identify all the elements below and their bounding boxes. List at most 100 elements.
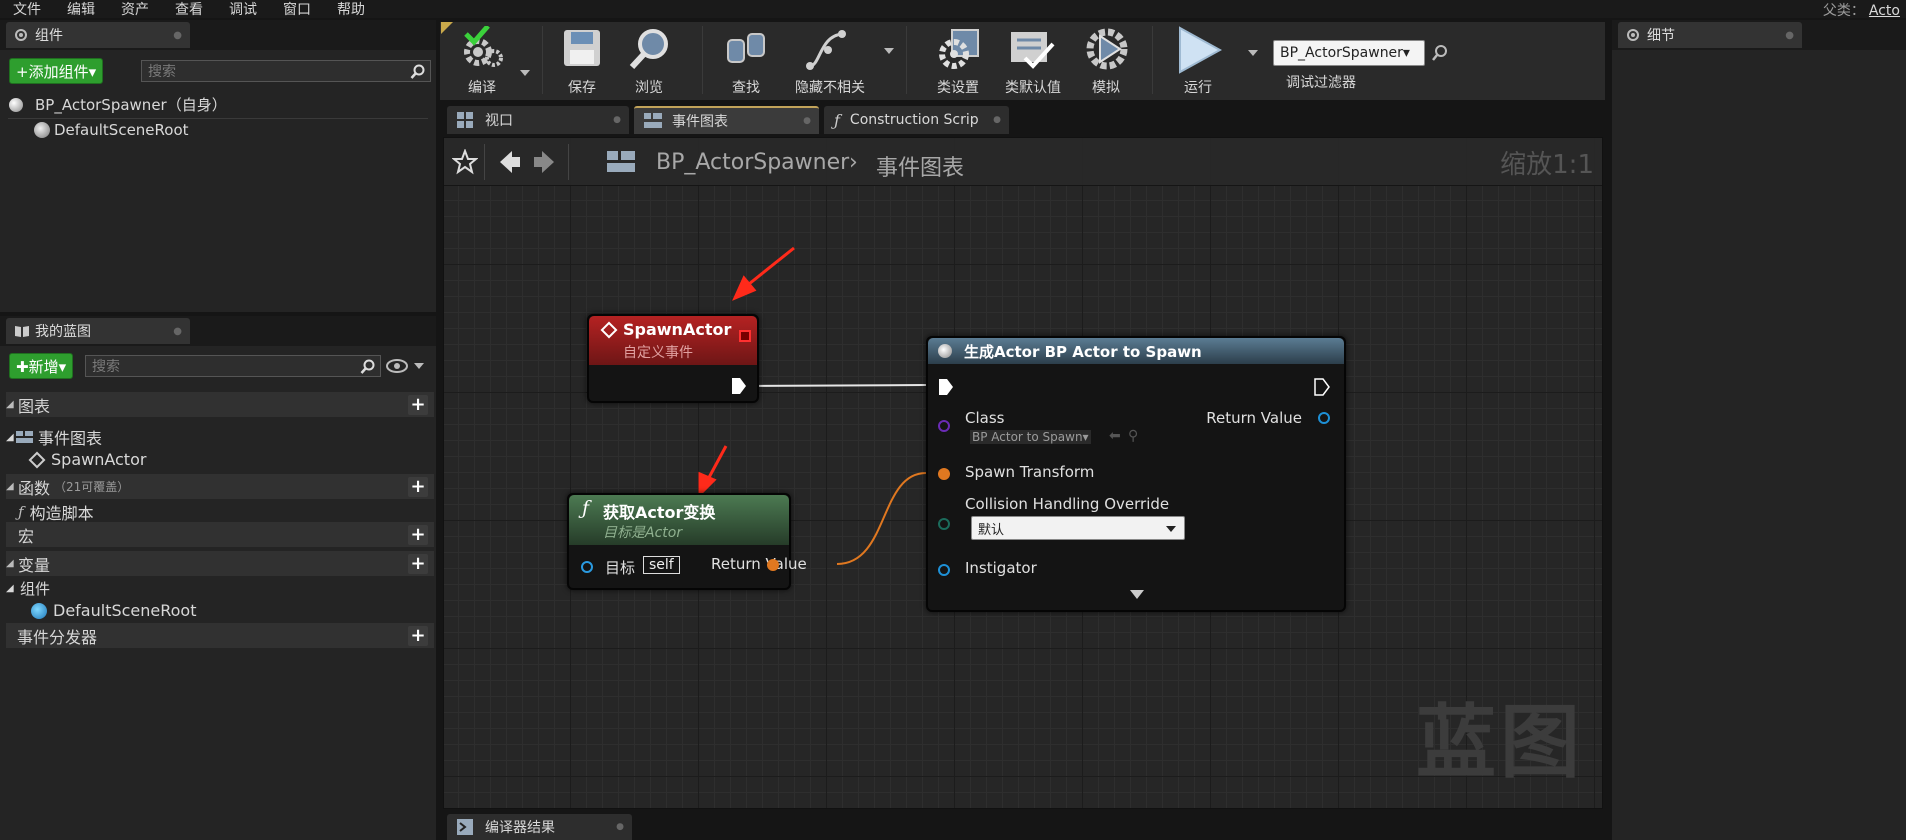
event-diamond-icon xyxy=(28,451,46,468)
tab-compiler-results[interactable]: 编译器结果 ● xyxy=(447,814,632,840)
tab-event-graph[interactable]: 事件图表 ● xyxy=(634,106,819,134)
collision-override-pin[interactable] xyxy=(938,518,950,530)
tab-my-blueprint-label: 我的蓝图 xyxy=(35,324,91,340)
menu-window[interactable]: 窗口 xyxy=(270,0,324,19)
instigator-pin[interactable] xyxy=(938,564,950,576)
exec-out-pin[interactable] xyxy=(731,377,747,395)
menu-bar: 文件 编辑 资产 查看 调试 窗口 帮助 xyxy=(0,0,1906,18)
add-graph-button[interactable]: + xyxy=(408,395,428,415)
menu-view[interactable]: 查看 xyxy=(162,0,216,19)
play-icon xyxy=(1179,26,1222,74)
blueprint-search-placeholder: 搜索 xyxy=(92,359,120,375)
components-category-label: 组件 xyxy=(20,580,51,598)
delegate-pin[interactable] xyxy=(739,330,751,342)
blueprint-search-input[interactable]: 搜索 xyxy=(85,355,381,377)
tab-close-icon[interactable]: ● xyxy=(803,116,811,126)
target-input-pin[interactable] xyxy=(581,561,593,573)
return-value-pin[interactable] xyxy=(767,559,779,571)
return-value-pin[interactable] xyxy=(1318,412,1330,424)
spawn-actor-event-item[interactable]: SpawnActor xyxy=(28,450,147,469)
menu-file[interactable]: 文件 xyxy=(0,0,54,19)
spawn-actor-node[interactable]: 生成Actor BP Actor to Spawn Class BP Actor… xyxy=(926,336,1346,612)
save-button[interactable]: 保存 xyxy=(548,22,616,100)
simulate-button[interactable]: 模拟 xyxy=(1072,22,1140,100)
new-button[interactable]: ✚新增▾ xyxy=(9,353,74,379)
scene-root-icon xyxy=(34,122,50,138)
class-settings-button[interactable]: 类设置 xyxy=(924,22,992,100)
expand-advanced-icon[interactable] xyxy=(1130,590,1144,599)
section-functions[interactable]: ◢ 函数 （21可覆盖） + xyxy=(6,474,434,499)
browse-button[interactable]: 浏览 xyxy=(615,22,683,100)
save-label: 保存 xyxy=(568,80,596,96)
compile-button[interactable]: 编译 xyxy=(448,22,516,100)
play-dropdown-arrow[interactable] xyxy=(1248,50,1258,56)
component-child-item[interactable]: DefaultSceneRoot xyxy=(34,121,189,139)
class-settings-icon xyxy=(939,29,979,69)
play-button[interactable]: 运行 xyxy=(1164,22,1232,100)
component-root-item[interactable]: BP_ActorSpawner（自身） xyxy=(9,94,227,115)
class-defaults-icon xyxy=(1011,32,1055,69)
add-macro-button[interactable]: + xyxy=(408,525,428,545)
tab-close-icon[interactable]: ● xyxy=(613,115,621,125)
get-actor-transform-node[interactable]: ƒ 获取Actor变换 目标是Actor 目标 self Return Valu… xyxy=(567,493,807,590)
tab-viewport[interactable]: 视口 ● xyxy=(447,106,629,134)
components-category[interactable]: ◢ 组件 xyxy=(6,578,50,599)
blueprint-watermark: 蓝图 xyxy=(1416,696,1584,789)
tab-close-icon[interactable]: ● xyxy=(173,30,182,41)
browse-label: 浏览 xyxy=(635,80,663,96)
tab-details[interactable]: 细节 ● xyxy=(1618,22,1802,48)
event-graph-canvas[interactable]: BP_ActorSpawner › 事件图表 缩放1:1 SpawnActor … xyxy=(443,137,1603,809)
section-variables[interactable]: ◢ 变量 + xyxy=(6,551,434,576)
components-search-input[interactable]: 搜索 xyxy=(141,60,431,82)
default-scene-root-variable[interactable]: DefaultSceneRoot xyxy=(31,601,197,620)
hide-unrelated-dropdown-arrow[interactable] xyxy=(884,48,894,54)
exec-in-pin[interactable] xyxy=(938,378,954,396)
construction-script-item[interactable]: ƒ 构造脚本 xyxy=(18,500,94,524)
tab-close-icon[interactable]: ● xyxy=(1785,30,1794,41)
tab-components[interactable]: 组件 ● xyxy=(6,22,190,48)
view-options-icon[interactable] xyxy=(386,358,426,378)
class-value-dropdown[interactable]: BP Actor to Spawn▾ xyxy=(970,430,1091,444)
function-f-icon: ƒ xyxy=(18,503,24,521)
exec-out-pin[interactable] xyxy=(1314,378,1330,396)
hide-unrelated-icon xyxy=(806,30,846,70)
debug-object-select[interactable]: BP_ActorSpawner▾ xyxy=(1273,40,1425,66)
add-component-button[interactable]: +添加组件▾ xyxy=(9,58,104,84)
add-function-button[interactable]: + xyxy=(408,477,428,497)
menu-debug[interactable]: 调试 xyxy=(216,0,270,19)
parent-class-link[interactable]: Acto xyxy=(1869,3,1900,19)
add-event-dispatcher-button[interactable]: + xyxy=(408,626,428,646)
menu-help[interactable]: 帮助 xyxy=(324,0,378,19)
tab-my-blueprint[interactable]: 我的蓝图 ● xyxy=(6,318,190,344)
spawn-actor-event-label: SpawnActor xyxy=(51,450,147,469)
find-button[interactable]: 查找 xyxy=(712,22,780,100)
event-node-subtitle: 自定义事件 xyxy=(623,345,693,361)
sphere-icon xyxy=(9,97,23,112)
tab-close-icon[interactable]: ● xyxy=(173,326,182,337)
use-selected-arrow-icon[interactable]: ⬅ xyxy=(1109,428,1121,444)
tab-close-icon[interactable]: ● xyxy=(993,115,1001,125)
menu-edit[interactable]: 编辑 xyxy=(54,0,108,19)
compile-dropdown-arrow[interactable] xyxy=(520,70,530,76)
hide-unrelated-label: 隐藏不相关 xyxy=(795,80,865,96)
add-variable-button[interactable]: + xyxy=(408,554,428,574)
hide-unrelated-button[interactable]: 隐藏不相关 xyxy=(787,22,873,100)
simulate-icon xyxy=(1086,28,1128,70)
event-graph-item[interactable]: ◢ 事件图表 xyxy=(6,425,102,449)
section-macros[interactable]: 宏 + xyxy=(6,522,434,547)
exec-wire xyxy=(738,384,927,387)
class-defaults-button[interactable]: 类默认值 xyxy=(995,22,1071,100)
custom-event-node[interactable]: SpawnActor 自定义事件 xyxy=(587,314,759,403)
menu-asset[interactable]: 资产 xyxy=(108,0,162,19)
debug-search-icon[interactable] xyxy=(1431,44,1449,62)
tab-close-icon[interactable]: ● xyxy=(616,822,624,832)
tab-construction-script[interactable]: ƒ Construction Scrip ● xyxy=(824,106,1009,134)
component-child-label: DefaultSceneRoot xyxy=(54,121,189,139)
spawn-transform-pin[interactable] xyxy=(938,468,950,480)
class-input-pin[interactable] xyxy=(938,420,950,432)
section-graphs[interactable]: ◢ 图表 + xyxy=(6,392,434,417)
section-event-dispatchers[interactable]: 事件分发器 + xyxy=(6,623,434,648)
debug-filter-label: 调试过滤器 xyxy=(1286,75,1356,91)
collision-override-select[interactable]: 默认 xyxy=(971,516,1185,540)
browse-class-icon[interactable]: ⚲ xyxy=(1128,428,1138,444)
